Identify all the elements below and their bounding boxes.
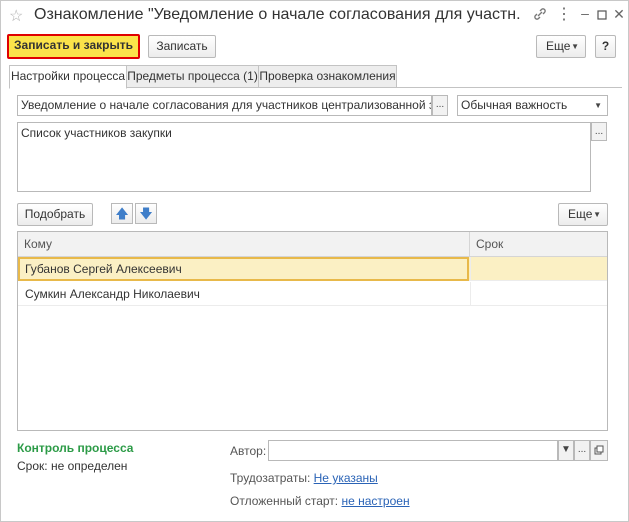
participant-term[interactable] [470,282,607,306]
process-control-title: Контроль процесса [17,441,134,455]
importance-value: Обычная важность [461,98,568,112]
column-header-term[interactable]: Срок [470,232,607,257]
maximize-icon[interactable] [593,7,611,23]
chevron-down-icon: ▼ [593,210,601,219]
labor-link[interactable]: Не указаны [314,471,378,485]
move-up-button[interactable]: 🡅 [111,203,133,224]
process-window: ☆ Ознакомление "Уведомление о начале сог… [0,0,629,522]
author-select-button[interactable]: ... [574,440,590,461]
minimize-icon[interactable]: – [576,5,594,21]
chevron-down-icon: ▼ [571,42,579,51]
window-title: Ознакомление "Уведомление о начале согла… [34,6,522,23]
table-row[interactable]: Сумкин Александр Николаевич [18,282,607,306]
help-button[interactable]: ? [595,35,616,58]
star-icon[interactable]: ☆ [9,6,23,26]
labor-info: Трудозатраты: Не указаны [230,471,378,485]
link-icon[interactable] [531,7,549,24]
author-open-button[interactable] [590,440,608,461]
importance-select[interactable]: Обычная важность ▼ [457,95,608,116]
labor-label: Трудозатраты: [230,471,311,485]
delayed-start-label: Отложенный старт: [230,494,339,508]
participant-name[interactable]: Губанов Сергей Алексеевич [18,257,469,281]
title-bar: ☆ Ознакомление "Уведомление о начале сог… [1,1,628,31]
participant-name[interactable]: Сумкин Александр Николаевич [18,282,470,306]
term-value: не определен [50,459,128,473]
author-dropdown-button[interactable]: ▼ [558,440,574,461]
more-menu-button[interactable]: Еще ▼ [536,35,586,58]
chevron-down-icon: ▼ [561,444,571,455]
tab-process-subjects[interactable]: Предметы процесса (1) [126,65,259,88]
delayed-start-info: Отложенный старт: не настроен [230,494,410,508]
save-button[interactable]: Записать [148,35,216,58]
subject-select-button[interactable]: ... [432,95,448,116]
participant-term[interactable] [470,257,607,281]
move-down-button[interactable]: 🡇 [135,203,157,224]
description-textarea[interactable]: Список участников закупки [17,122,591,192]
chevron-down-icon: ▼ [594,101,602,110]
arrow-down-icon: 🡇 [139,206,153,221]
author-label: Автор: [230,444,267,458]
description-edit-button[interactable]: ... [591,122,607,141]
close-icon[interactable]: ✕ [610,6,628,23]
term-label: Срок: [17,459,48,473]
author-field[interactable] [268,440,558,461]
column-header-to[interactable]: Кому [18,232,470,257]
term-info: Срок: не определен [17,459,127,473]
arrow-up-icon: 🡅 [115,206,129,221]
delayed-start-link[interactable]: не настроен [341,494,409,508]
participants-more-label: Еще [568,207,593,221]
more-icon[interactable]: ⋮ [555,4,573,24]
save-and-close-button[interactable]: Записать и закрыть [7,34,140,59]
participants-table: Кому Срок Губанов Сергей Алексеевич Сумк… [17,231,608,431]
more-menu-label: Еще [546,39,571,53]
participants-more-button[interactable]: Еще ▼ [558,203,608,226]
subject-field[interactable]: Уведомление о начале согласования для уч… [17,95,432,116]
tab-process-settings[interactable]: Настройки процесса [9,65,127,89]
pick-participants-button[interactable]: Подобрать [17,203,93,226]
table-row[interactable]: Губанов Сергей Алексеевич [18,257,607,281]
tab-acknowledgement-check[interactable]: Проверка ознакомления [258,65,397,88]
